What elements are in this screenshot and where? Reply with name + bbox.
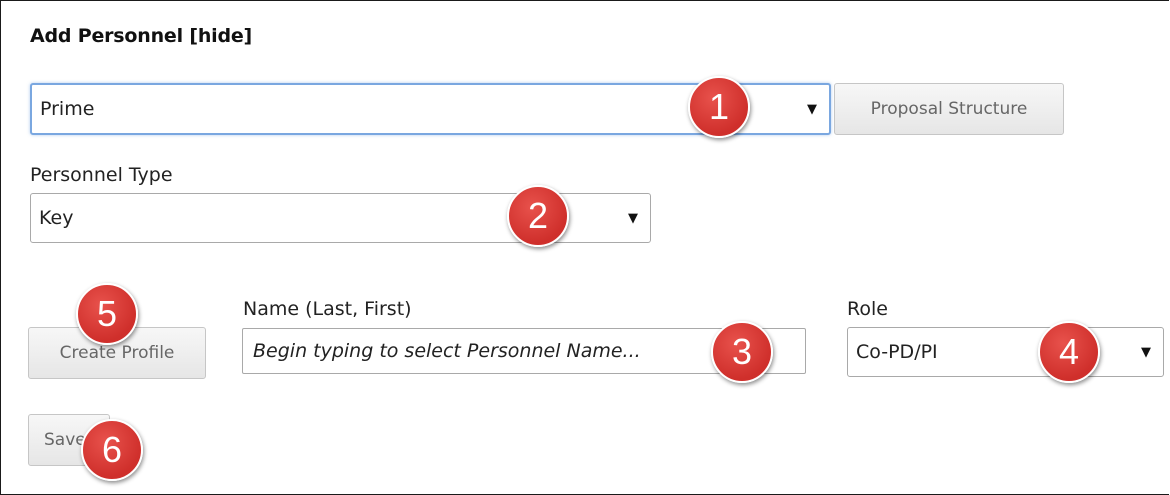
dropdown-arrow-icon: ▼ [807, 101, 817, 117]
panel-title[interactable]: Add Personnel [hide] [30, 25, 252, 47]
personnel-type-label: Personnel Type [30, 164, 173, 186]
callout-badge-2: 2 [507, 185, 569, 247]
role-select[interactable]: Co-PD/PI ▼ [847, 327, 1164, 377]
callout-badge-4: 4 [1038, 321, 1100, 383]
dropdown-arrow-icon: ▼ [1141, 344, 1151, 360]
callout-badge-5: 5 [76, 283, 138, 345]
add-personnel-panel: Add Personnel [hide] Prime ▼ Proposal St… [0, 0, 1169, 495]
proposal-structure-button[interactable]: Proposal Structure [834, 83, 1064, 135]
dropdown-arrow-icon: ▼ [628, 210, 638, 226]
role-label: Role [847, 298, 888, 320]
name-field-label: Name (Last, First) [243, 298, 412, 320]
callout-badge-3: 3 [711, 321, 773, 383]
callout-badge-1: 1 [688, 76, 750, 138]
callout-badge-6: 6 [81, 419, 143, 481]
